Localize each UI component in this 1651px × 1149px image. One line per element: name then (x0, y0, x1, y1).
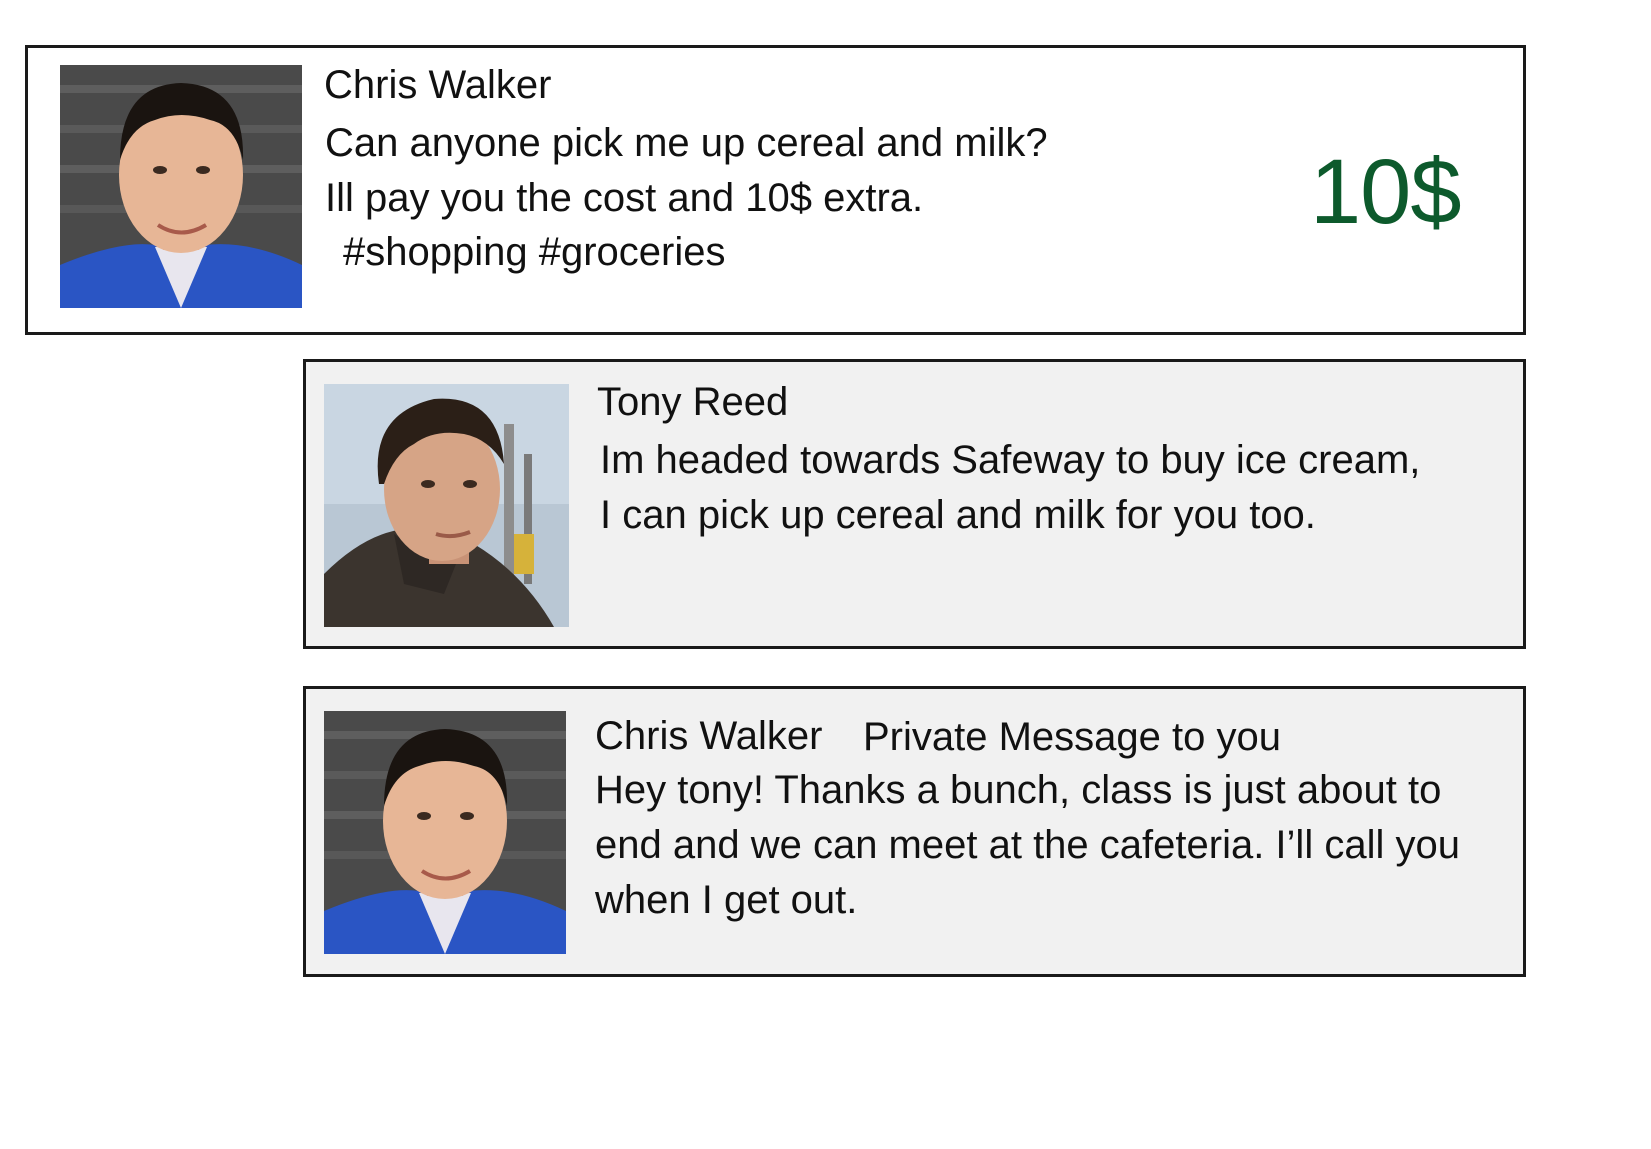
request-post-card[interactable]: Chris Walker Can anyone pick me up cerea… (25, 45, 1526, 335)
author-name[interactable]: Chris Walker (324, 63, 551, 107)
profile-photo-icon (324, 384, 569, 627)
profile-photo-icon (324, 711, 566, 954)
reply-text-line: I can pick up cereal and milk for you to… (600, 493, 1316, 537)
reward-amount: 10$ (1310, 141, 1461, 243)
author-avatar-chris[interactable] (324, 711, 566, 954)
message-text-line: when I get out. (595, 878, 858, 922)
profile-photo-icon (60, 65, 302, 308)
author-avatar-chris[interactable] (60, 65, 302, 308)
post-text-line: Can anyone pick me up cereal and milk? (325, 121, 1048, 165)
post-hashtags[interactable]: #shopping #groceries (343, 229, 725, 275)
private-message-label: Private Message to you (863, 715, 1281, 759)
message-text-line: Hey tony! Thanks a bunch, class is just … (595, 768, 1442, 812)
post-text-line: Ill pay you the cost and 10$ extra. (325, 176, 924, 220)
private-message-card[interactable]: Chris Walker Private Message to you Hey … (303, 686, 1526, 977)
author-avatar-tony[interactable] (324, 384, 569, 627)
reply-text-line: Im headed towards Safeway to buy ice cre… (600, 438, 1421, 482)
reply-card[interactable]: Tony Reed Im headed towards Safeway to b… (303, 359, 1526, 649)
message-text-line: end and we can meet at the cafeteria. I’… (595, 823, 1460, 867)
author-name[interactable]: Tony Reed (597, 380, 788, 424)
author-name[interactable]: Chris Walker (595, 714, 822, 758)
